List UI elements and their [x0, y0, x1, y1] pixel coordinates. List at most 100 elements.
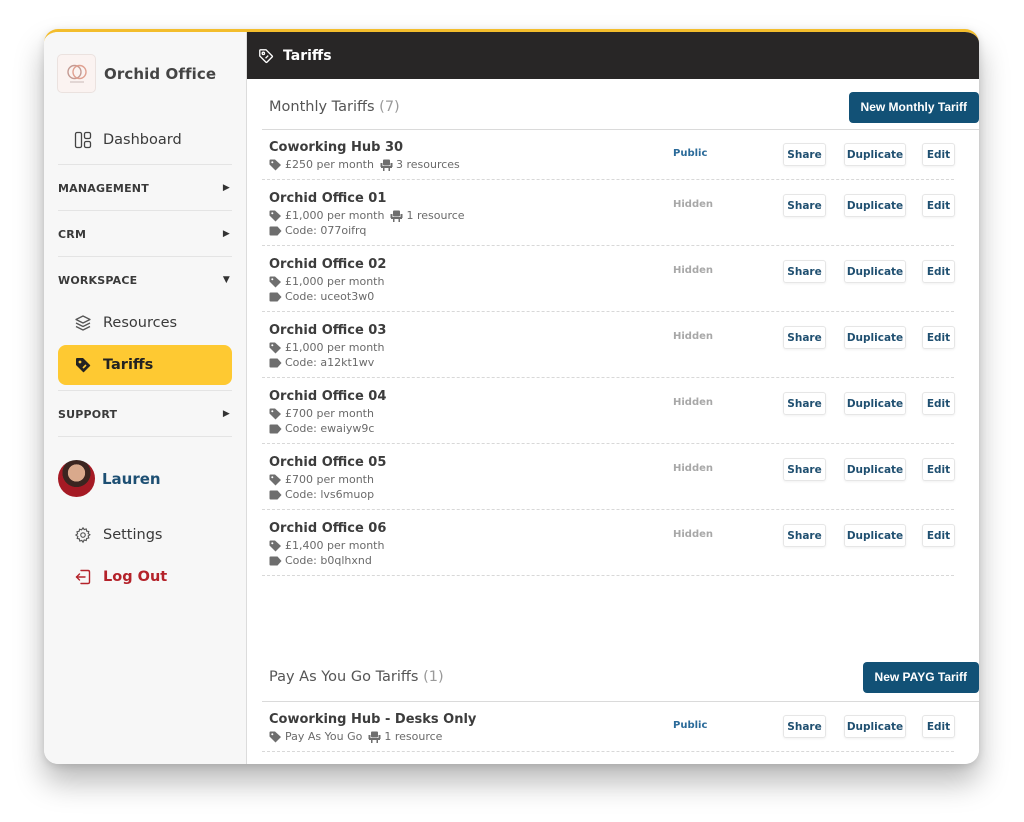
label-icon — [269, 424, 282, 434]
edit-button[interactable]: Edit — [922, 194, 955, 217]
sidebar-item-label: Log Out — [103, 569, 168, 585]
chair-icon — [390, 210, 403, 222]
tariff-code-line: Code: lvs6muop — [269, 488, 374, 501]
tariff-name[interactable]: Orchid Office 03 — [269, 323, 386, 338]
tariff-code: Code: 077oifrq — [285, 224, 367, 237]
price-tag-icon — [269, 540, 282, 552]
tariff-price-line: £1,000 per month — [269, 341, 384, 354]
sidebar-item-dashboard[interactable]: Dashboard — [58, 120, 232, 160]
tariff-name[interactable]: Coworking Hub - Desks Only — [269, 712, 476, 727]
sidebar-section-support[interactable]: SUPPORT ▶ — [58, 394, 232, 434]
edit-button[interactable]: Edit — [922, 392, 955, 415]
sidebar-item-label: Resources — [103, 315, 178, 331]
tariff-row: Orchid Office 04 £700 per month Code: ew… — [262, 379, 955, 444]
sidebar-item-label: Dashboard — [103, 132, 182, 148]
page-title: Tariffs — [283, 47, 332, 64]
sidebar: Orchid Office Dashboard MANAGEMENT ▶ CRM… — [44, 32, 247, 764]
duplicate-button[interactable]: Duplicate — [844, 392, 906, 415]
edit-button[interactable]: Edit — [922, 326, 955, 349]
share-button[interactable]: Share — [783, 194, 826, 217]
sidebar-item-label: Tariffs — [103, 357, 154, 373]
chair-icon — [380, 159, 393, 171]
price-tag-icon — [269, 408, 282, 420]
edit-button[interactable]: Edit — [922, 260, 955, 283]
user-profile[interactable]: Lauren — [58, 460, 161, 497]
share-button[interactable]: Share — [783, 143, 826, 166]
tariff-price: £1,000 per month — [285, 341, 385, 354]
share-button[interactable]: Share — [783, 392, 826, 415]
edit-button[interactable]: Edit — [922, 524, 955, 547]
tariff-price: Pay As You Go — [285, 730, 363, 743]
visibility-status: Hidden — [673, 529, 714, 540]
chair-icon — [368, 731, 381, 743]
tariff-name[interactable]: Orchid Office 04 — [269, 389, 386, 404]
tariff-resources: 1 resource — [384, 730, 443, 743]
tariff-code-line: Code: b0qlhxnd — [269, 554, 372, 567]
tariff-price: £700 per month — [285, 473, 374, 486]
gear-icon — [73, 525, 93, 545]
tariff-price: £1,000 per month — [285, 275, 385, 288]
main-content: Tariffs Monthly Tariffs (7) New Monthly … — [247, 32, 979, 764]
tariff-name[interactable]: Orchid Office 06 — [269, 521, 386, 536]
tariff-name[interactable]: Coworking Hub 30 — [269, 140, 403, 155]
duplicate-button[interactable]: Duplicate — [844, 194, 906, 217]
edit-button[interactable]: Edit — [922, 715, 955, 738]
edit-button[interactable]: Edit — [922, 458, 955, 481]
tariff-price-line: £700 per month — [269, 473, 374, 486]
edit-button[interactable]: Edit — [922, 143, 955, 166]
visibility-status: Public — [673, 148, 708, 159]
tariff-price: £1,000 per month — [285, 209, 385, 222]
share-button[interactable]: Share — [783, 326, 826, 349]
duplicate-button[interactable]: Duplicate — [844, 143, 906, 166]
duplicate-button[interactable]: Duplicate — [844, 326, 906, 349]
sidebar-item-tariffs[interactable]: Tariffs — [58, 345, 232, 385]
app-window: Orchid Office Dashboard MANAGEMENT ▶ CRM… — [44, 29, 979, 764]
divider — [58, 210, 232, 211]
tariff-code: Code: uceot3w0 — [285, 290, 375, 303]
duplicate-button[interactable]: Duplicate — [844, 260, 906, 283]
tariff-code-line: Code: 077oifrq — [269, 224, 366, 237]
new-monthly-tariff-button[interactable]: New Monthly Tariff — [848, 91, 979, 123]
share-button[interactable]: Share — [783, 715, 826, 738]
tariff-code: Code: a12kt1wv — [285, 356, 375, 369]
tag-icon — [73, 355, 93, 375]
visibility-status: Hidden — [673, 331, 714, 342]
tariff-price-line: £1,000 per month 1 resource — [269, 209, 465, 222]
caret-right-icon: ▶ — [222, 229, 230, 239]
label-icon — [269, 490, 282, 500]
new-payg-tariff-button[interactable]: New PAYG Tariff — [862, 661, 979, 693]
sidebar-item-settings[interactable]: Settings — [58, 515, 232, 555]
monthly-tariffs-header: Monthly Tariffs (7) New Monthly Tariff — [269, 91, 979, 123]
tariff-row: Orchid Office 02 £1,000 per month Code: … — [262, 247, 955, 312]
label-icon — [269, 226, 282, 236]
share-button[interactable]: Share — [783, 524, 826, 547]
sidebar-section-management[interactable]: MANAGEMENT ▶ — [58, 168, 232, 208]
tariff-name[interactable]: Orchid Office 05 — [269, 455, 386, 470]
duplicate-button[interactable]: Duplicate — [844, 715, 906, 738]
sidebar-item-resources[interactable]: Resources — [58, 303, 232, 343]
dashboard-icon — [73, 130, 93, 150]
tariff-row: Orchid Office 03 £1,000 per month Code: … — [262, 313, 955, 378]
share-button[interactable]: Share — [783, 260, 826, 283]
tariff-price: £250 per month — [285, 158, 374, 171]
duplicate-button[interactable]: Duplicate — [844, 524, 906, 547]
share-button[interactable]: Share — [783, 458, 826, 481]
section-title-text: Monthly Tariffs — [269, 99, 375, 115]
tariff-name[interactable]: Orchid Office 02 — [269, 257, 386, 272]
sidebar-item-logout[interactable]: Log Out — [58, 557, 232, 597]
price-tag-icon — [269, 474, 282, 486]
price-tag-icon — [269, 342, 282, 354]
visibility-status: Hidden — [673, 265, 714, 276]
section-title: Monthly Tariffs (7) — [269, 99, 400, 115]
price-tag-icon — [269, 159, 282, 171]
duplicate-button[interactable]: Duplicate — [844, 458, 906, 481]
sidebar-section-workspace[interactable]: WORKSPACE ▼ — [58, 260, 232, 300]
tariff-code: Code: lvs6muop — [285, 488, 375, 501]
tariff-code: Code: ewaiyw9c — [285, 422, 375, 435]
divider — [58, 436, 232, 437]
brand[interactable]: Orchid Office — [57, 54, 216, 93]
page-header: Tariffs — [247, 32, 979, 79]
section-count: (7) — [379, 99, 400, 115]
tariff-name[interactable]: Orchid Office 01 — [269, 191, 386, 206]
sidebar-section-crm[interactable]: CRM ▶ — [58, 214, 232, 254]
